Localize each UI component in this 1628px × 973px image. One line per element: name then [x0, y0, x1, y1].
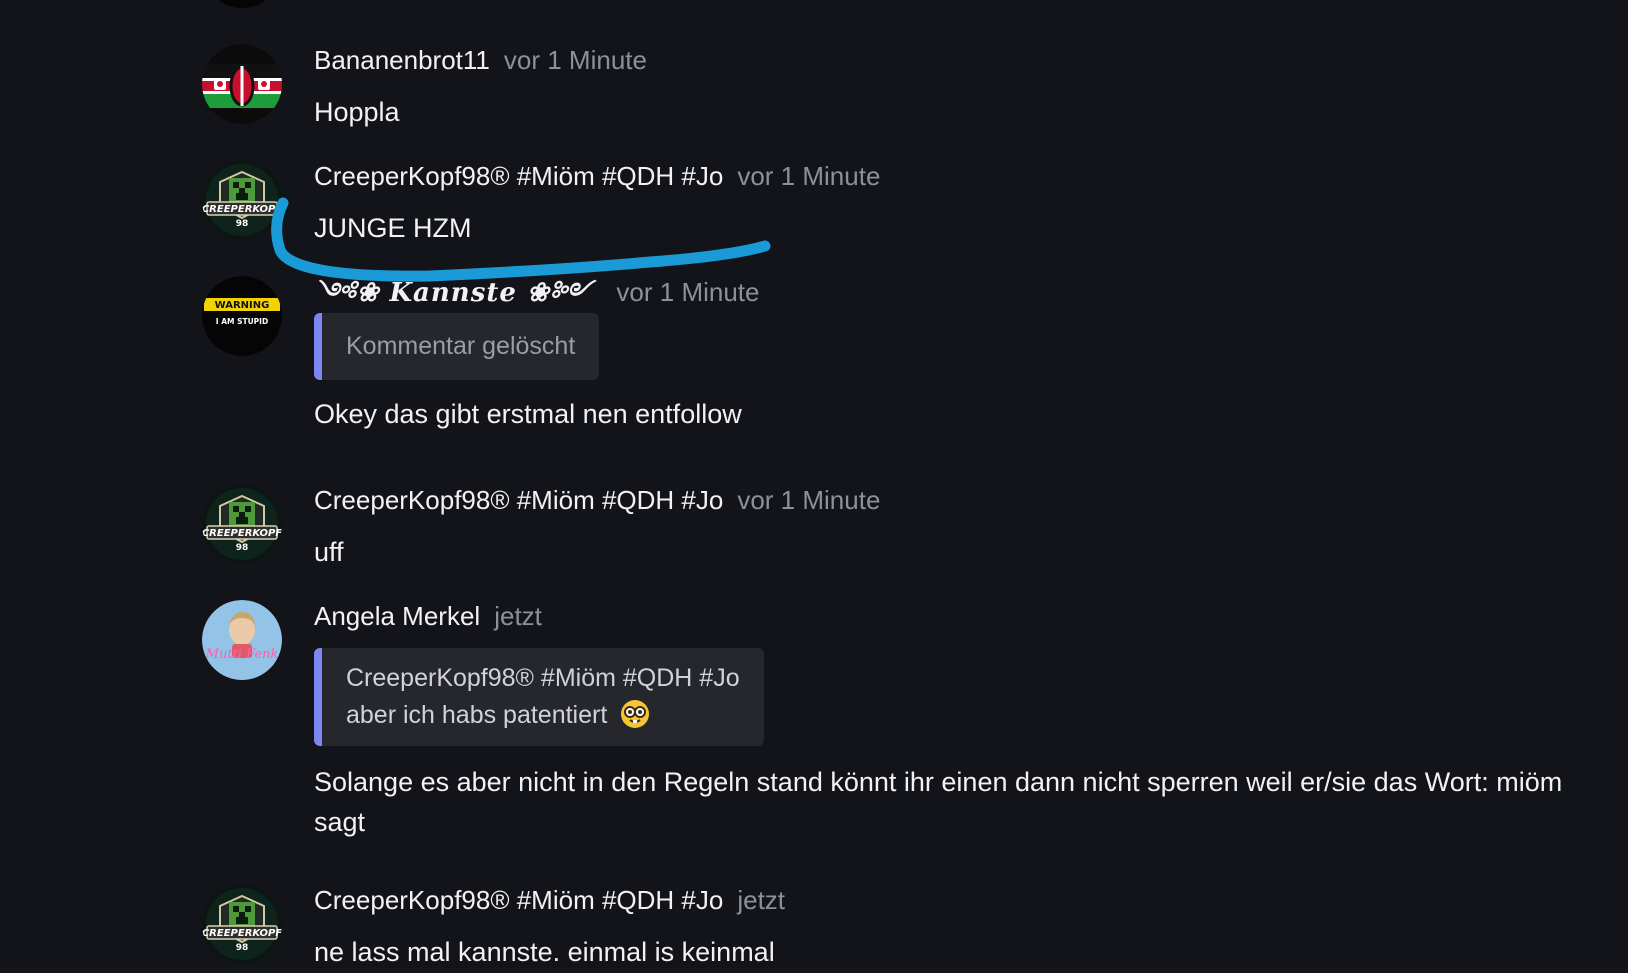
username[interactable]: ༺❀ Kannste ❀༻ [314, 278, 602, 308]
username[interactable]: Bananenbrot11 [314, 45, 490, 75]
message: CreeperKopf98® #Miöm #QDH #Jo vor 1 Minut… [314, 161, 1588, 248]
message: CreeperKopf98® #Miöm #QDH #Jo jetzt ne la… [314, 885, 1588, 972]
avatar-caption: Mutti Fenk [205, 647, 279, 662]
avatar-badge-number: 98 [236, 219, 249, 229]
message-text: uff [314, 537, 344, 567]
message: Angela Merkel jetzt CreeperKopf98® #Miöm … [314, 601, 1588, 842]
message-text: Solange es aber nicht in den Regeln stan… [314, 767, 1563, 837]
username[interactable]: CreeperKopf98® #Miöm #QDH #Jo [314, 161, 723, 191]
timestamp: vor 1 Minute [503, 45, 647, 75]
deleted-comment-reply[interactable]: Kommentar gelöscht [314, 313, 600, 380]
message-text: ne lass mal kannste. einmal is keinmal [314, 937, 775, 967]
quoted-author: CreeperKopf98® #Miöm #QDH #Jo [346, 664, 740, 692]
avatar[interactable]: WARNING I AM STUPID [202, 276, 282, 356]
message-text: Okey das gibt erstmal nen entfollow [314, 399, 742, 429]
message: ༺❀ Kannste ❀༻ vor 1 Minute Kommentar gel… [314, 277, 1588, 434]
ornament-right-icon: ❀༻ [526, 278, 593, 308]
deleted-comment-text: Kommentar gelöscht [346, 332, 576, 360]
timestamp: jetzt [737, 885, 786, 915]
nerd-face-emoji-icon [621, 700, 650, 728]
avatar[interactable]: CREEPERKOPF 98 [202, 484, 282, 564]
quoted-reply[interactable]: CreeperKopf98® #Miöm #QDH #Jo aber ich h… [314, 648, 764, 746]
avatar[interactable]: CREEPERKOPF 98 [202, 160, 282, 240]
previous-avatar[interactable] [202, 0, 282, 8]
portrait-avatar: Mutti Fenk [202, 600, 282, 680]
message: Bananenbrot11 vor 1 Minute Hoppla [314, 45, 1588, 132]
avatar-badge-number: 98 [236, 543, 249, 553]
avatar-warning-label: WARNING [215, 300, 270, 311]
kenya-flag-shield-avatar [202, 44, 282, 124]
avatar-badge-number: 98 [236, 943, 249, 953]
username[interactable]: Angela Merkel [314, 601, 480, 631]
username[interactable]: CreeperKopf98® #Miöm #QDH #Jo [314, 485, 723, 515]
timestamp: vor 1 Minute [737, 485, 881, 515]
timestamp: jetzt [494, 601, 542, 631]
avatar-badge-label: CREEPERKOPF [202, 528, 282, 539]
timestamp: vor 1 Minute [737, 161, 881, 191]
creeperkopf-badge-avatar: CREEPERKOPF 98 [202, 160, 282, 240]
avatar[interactable] [202, 44, 282, 124]
quoted-text: aber ich habs patentiert [346, 701, 608, 729]
message-text: JUNGE HZM [314, 213, 472, 243]
avatar-warning-sublabel: I AM STUPID [216, 317, 268, 326]
avatar[interactable]: CREEPERKOPF 98 [202, 884, 282, 964]
avatar-badge-label: CREEPERKOPF [202, 928, 282, 939]
avatar-badge-label: CREEPERKOPF [202, 204, 282, 215]
creeperkopf-badge-avatar: CREEPERKOPF 98 [202, 884, 282, 964]
warning-sign-avatar: WARNING I AM STUPID [202, 276, 282, 356]
avatar[interactable]: Mutti Fenk [202, 600, 282, 680]
timestamp: vor 1 Minute [616, 277, 760, 307]
username[interactable]: CreeperKopf98® #Miöm #QDH #Jo [314, 885, 723, 915]
message-text: Hoppla [314, 97, 400, 127]
message: CreeperKopf98® #Miöm #QDH #Jo vor 1 Minut… [314, 485, 1588, 572]
ornament-left-icon: ༺❀ [314, 278, 380, 308]
creeperkopf-badge-avatar: CREEPERKOPF 98 [202, 484, 282, 564]
